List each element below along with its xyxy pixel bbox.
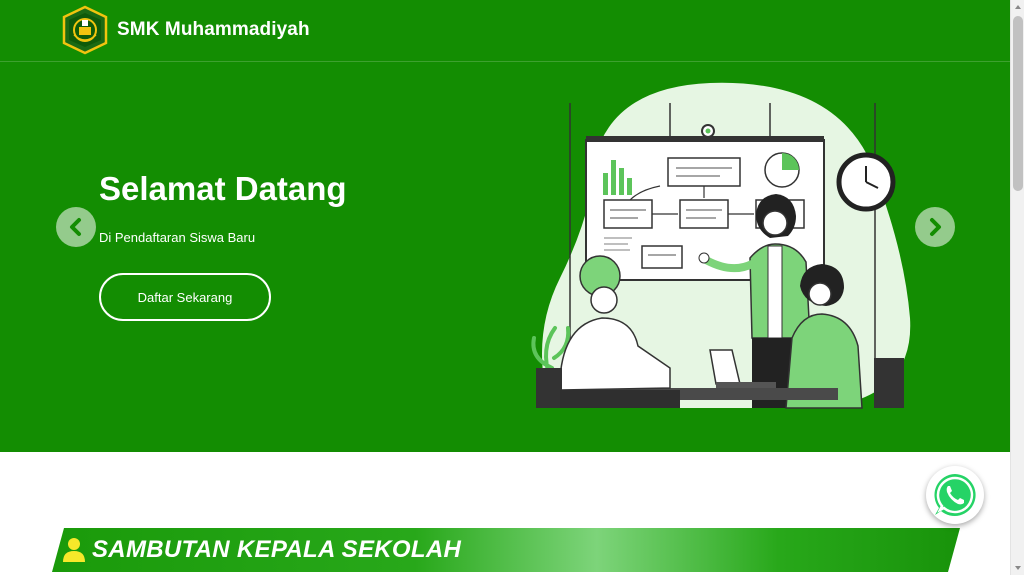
hero-slider: Selamat Datang Di Pendaftaran Siswa Baru…	[0, 62, 1010, 452]
section-heading: SAMBUTAN KEPALA SEKOLAH	[92, 536, 462, 563]
brand-name: SMK Muhammadiyah	[117, 19, 310, 40]
brand[interactable]: SMK Muhammadiyah	[60, 5, 310, 55]
scroll-down-arrow-icon[interactable]	[1011, 561, 1024, 575]
team-presentation-illustration	[531, 82, 911, 409]
scrollbar-thumb[interactable]	[1013, 16, 1023, 191]
chevron-left-icon	[70, 218, 81, 236]
hero-title: Selamat Datang	[99, 170, 347, 207]
page: SMK Muhammadiyah Selamat Datang Di Penda…	[0, 0, 1010, 575]
register-now-button[interactable]: Daftar Sekarang	[99, 273, 271, 321]
top-navbar: SMK Muhammadiyah	[0, 0, 1010, 62]
user-icon	[63, 538, 85, 562]
slider-prev-button[interactable]	[56, 207, 96, 247]
school-emblem-icon	[62, 5, 108, 55]
section-heading-banner: SAMBUTAN KEPALA SEKOLAH	[52, 528, 960, 572]
hero-subtitle: Di Pendaftaran Siswa Baru	[99, 230, 256, 245]
whatsapp-icon	[934, 474, 976, 516]
whatsapp-floating-button[interactable]	[926, 466, 984, 524]
vertical-scrollbar[interactable]	[1010, 0, 1024, 575]
chevron-right-icon	[930, 218, 941, 236]
scroll-up-arrow-icon[interactable]	[1011, 0, 1024, 14]
slider-next-button[interactable]	[915, 207, 955, 247]
